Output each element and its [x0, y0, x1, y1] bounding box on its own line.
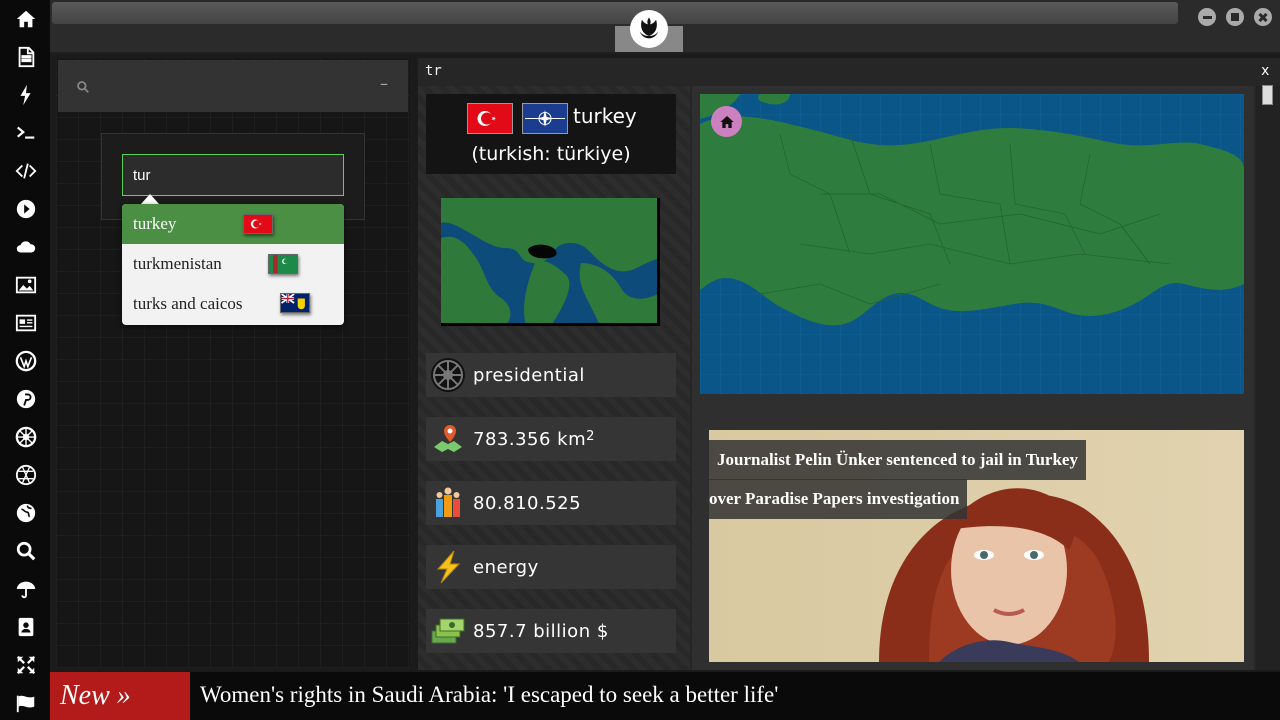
- area-unit-exponent: 2: [586, 428, 595, 444]
- country-search-input[interactable]: [122, 154, 344, 196]
- empire-icon: [431, 358, 465, 392]
- lightning-icon: [436, 550, 461, 584]
- country-name: turkey: [573, 104, 637, 128]
- world-locator-map[interactable]: [441, 198, 660, 326]
- play-icon[interactable]: [13, 196, 39, 222]
- turks-and-caicos-flag-icon: [280, 293, 310, 313]
- country-local-name: (turkish: türkiye): [471, 143, 631, 165]
- money-stack-icon: [431, 618, 465, 644]
- population-row: 80.810.525: [426, 481, 676, 525]
- code-icon[interactable]: [13, 158, 39, 184]
- suggestion-label: turks and caicos: [133, 294, 243, 313]
- empire-icon[interactable]: [13, 424, 39, 450]
- turkmenistan-flag-icon: [268, 254, 298, 274]
- gdp-value: 857.7 billion $: [473, 620, 609, 642]
- map-pin-icon: [434, 425, 462, 452]
- collapse-button[interactable]: –: [380, 74, 388, 93]
- scrollbar-thumb[interactable]: [1262, 85, 1273, 105]
- contact-icon[interactable]: [13, 614, 39, 640]
- close-window-button[interactable]: [1254, 8, 1272, 26]
- people-icon: [436, 487, 460, 517]
- wordpress-icon[interactable]: [13, 348, 39, 374]
- home-icon: [719, 115, 734, 128]
- sector-row: energy: [426, 545, 676, 589]
- population-value: 80.810.525: [473, 492, 582, 514]
- news-article-image[interactable]: Journalist Pelin Ünker sentenced to jail…: [709, 430, 1244, 662]
- bolt-icon[interactable]: [13, 82, 39, 108]
- rebel-logo-icon[interactable]: [630, 10, 668, 48]
- search-icon[interactable]: [76, 80, 90, 94]
- suggestion-label: turkmenistan: [133, 254, 222, 273]
- turkey-flag-icon: [467, 103, 513, 134]
- maximize-button[interactable]: [1226, 8, 1244, 26]
- headline-line-2[interactable]: over Paradise Papers investigation: [709, 479, 968, 519]
- newspaper-icon[interactable]: [13, 310, 39, 336]
- pinterest-icon[interactable]: [13, 386, 39, 412]
- suggestion-turks-and-caicos[interactable]: turks and caicos: [122, 284, 344, 324]
- headline-line-1[interactable]: Journalist Pelin Ünker sentenced to jail…: [709, 440, 1086, 480]
- area-number: 783.356 km: [473, 428, 587, 450]
- map-home-button[interactable]: [711, 106, 742, 137]
- area-value: 783.356 km 2: [473, 417, 595, 461]
- home-icon[interactable]: [13, 6, 39, 32]
- image-icon[interactable]: [13, 272, 39, 298]
- turkey-flag-icon: [243, 214, 273, 234]
- suggestion-label: turkey: [133, 214, 177, 233]
- government-type: presidential: [473, 364, 585, 386]
- ticker-label: New »: [50, 672, 190, 720]
- ticker-headline[interactable]: Women's rights in Saudi Arabia: 'I escap…: [200, 672, 778, 718]
- minimize-button[interactable]: [1198, 8, 1216, 26]
- dropdown-caret: [141, 194, 159, 204]
- flag-icon[interactable]: [13, 690, 39, 716]
- arrows-icon[interactable]: [13, 652, 39, 678]
- search-panel-header: –: [58, 60, 408, 112]
- country-map[interactable]: [700, 94, 1244, 394]
- gdp-row: 857.7 billion $: [426, 609, 676, 653]
- cloud-icon[interactable]: [13, 234, 39, 260]
- nato-flag-icon: [522, 103, 568, 134]
- network-icon[interactable]: [13, 462, 39, 488]
- document-icon[interactable]: [13, 44, 39, 70]
- main-sector: energy: [473, 556, 539, 578]
- address-bar[interactable]: [52, 2, 1178, 24]
- scrollbar[interactable]: [1256, 86, 1280, 670]
- close-panel-button[interactable]: x: [1261, 63, 1269, 79]
- panel-title: tr: [425, 63, 442, 79]
- globe-icon[interactable]: [13, 500, 39, 526]
- left-sidebar: [0, 0, 50, 720]
- suggestion-turkey[interactable]: turkey: [122, 204, 344, 244]
- search-icon[interactable]: [13, 538, 39, 564]
- umbrella-icon[interactable]: [13, 576, 39, 602]
- suggestion-turkmenistan[interactable]: turkmenistan: [122, 244, 344, 284]
- terminal-icon[interactable]: [13, 120, 39, 146]
- suggestion-dropdown: turkey turkmenistan turks and caicos: [122, 204, 344, 325]
- area-row: 783.356 km 2: [426, 417, 676, 461]
- government-row: presidential: [426, 353, 676, 397]
